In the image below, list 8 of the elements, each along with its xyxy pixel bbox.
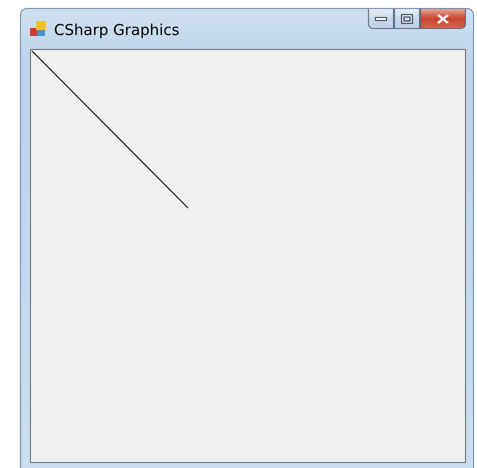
- close-icon: [437, 14, 449, 24]
- close-button[interactable]: [420, 9, 466, 29]
- minimize-icon: [375, 16, 387, 22]
- maximize-icon: [401, 14, 413, 24]
- maximize-button[interactable]: [394, 9, 420, 29]
- minimize-button[interactable]: [368, 9, 394, 29]
- window-title: CSharp Graphics: [54, 21, 180, 39]
- app-icon: [30, 21, 46, 37]
